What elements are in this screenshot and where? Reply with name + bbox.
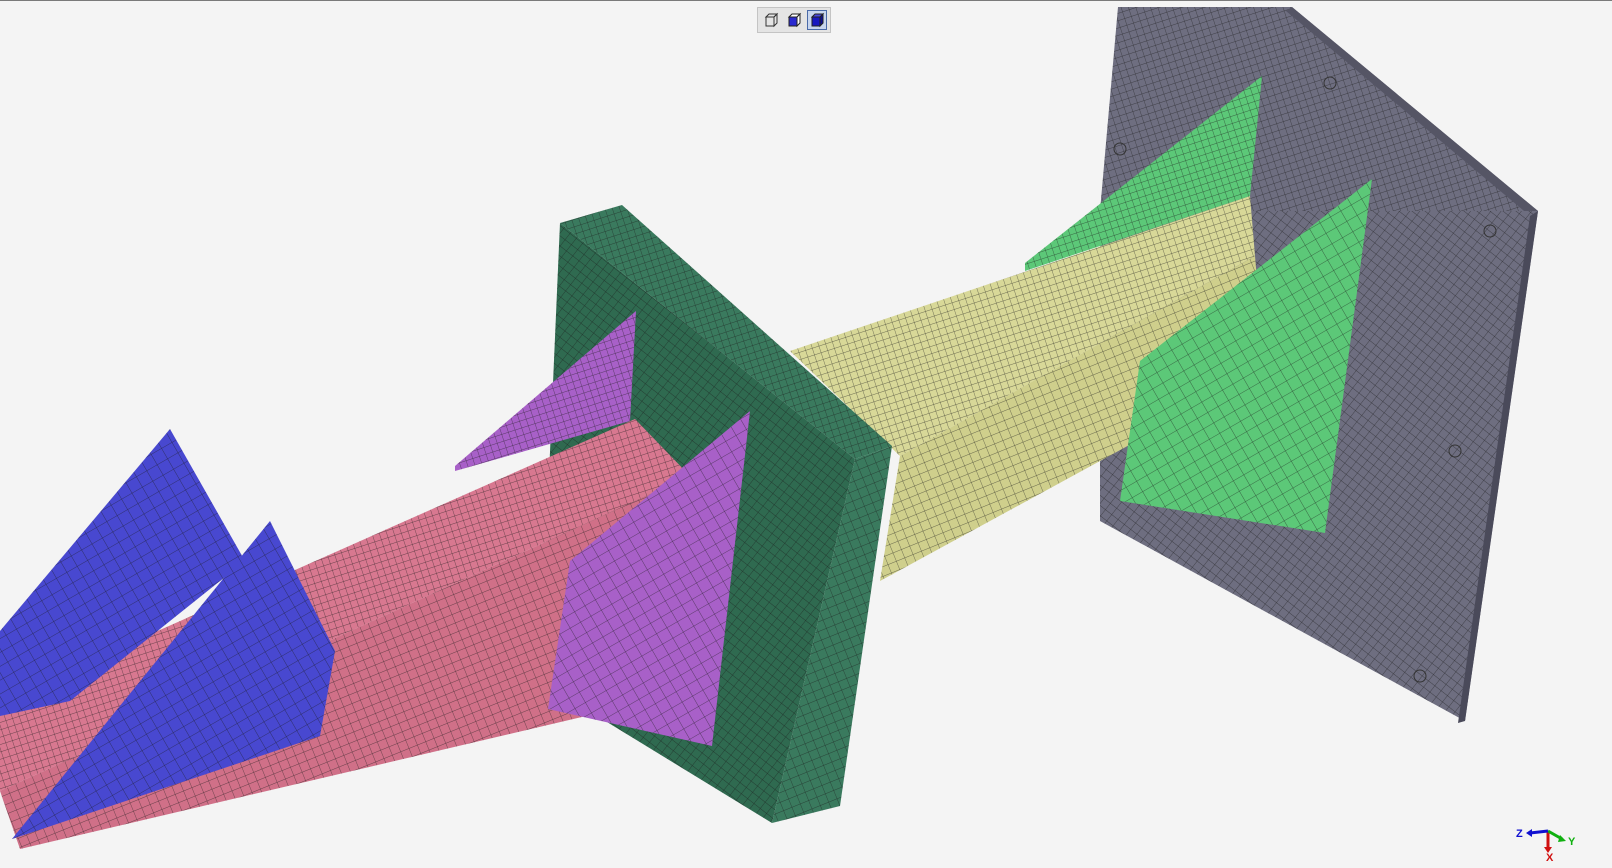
z-axis-arrow — [1529, 829, 1549, 835]
display-mode-toolbar — [757, 7, 831, 33]
hidden-line-cube-icon — [787, 12, 802, 28]
shaded-view-button[interactable] — [807, 10, 827, 30]
z-axis-label: Z — [1516, 828, 1523, 840]
shaded-cube-icon — [810, 12, 825, 28]
x-axis-label: X — [1546, 852, 1554, 861]
hidden-line-view-button[interactable] — [784, 10, 804, 30]
wireframe-view-button[interactable] — [761, 10, 781, 30]
wireframe-cube-icon — [764, 12, 779, 28]
y-axis-label: Y — [1568, 836, 1576, 848]
graphics-viewport[interactable]: X Y Z — [0, 0, 1612, 868]
mesh-model[interactable] — [0, 1, 1612, 868]
axis-triad: X Y Z — [1516, 828, 1576, 861]
